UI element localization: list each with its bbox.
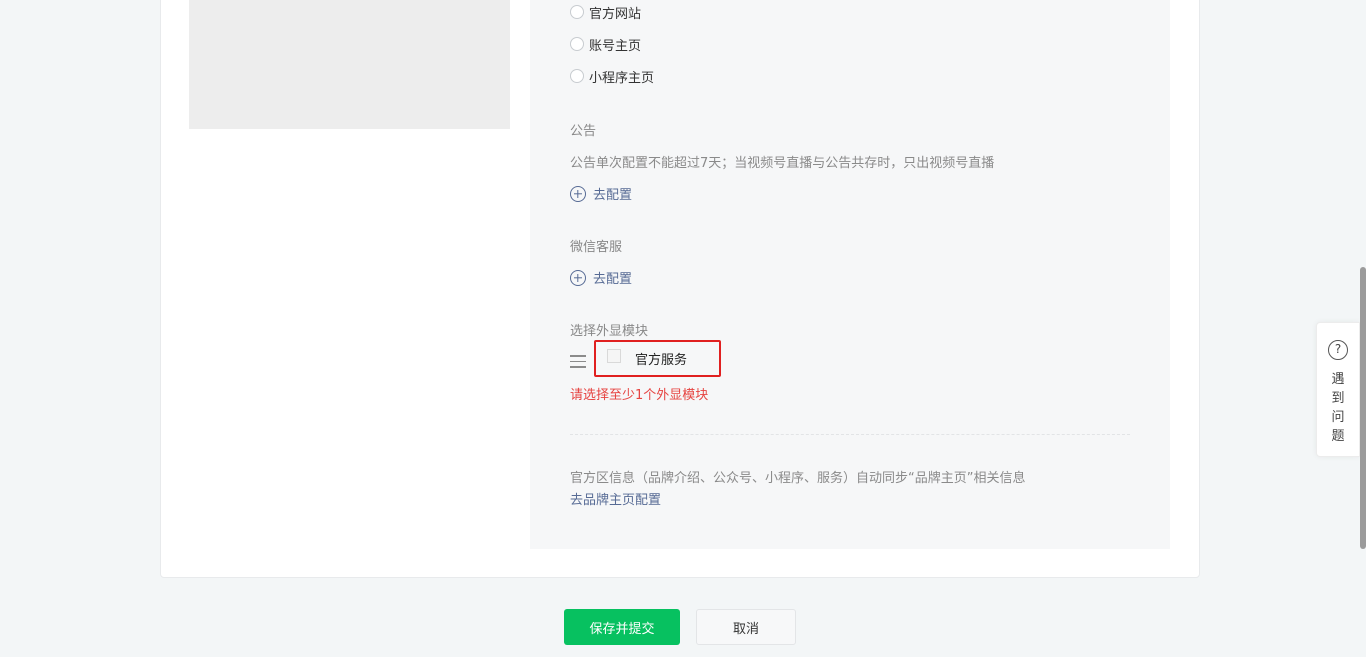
radio-button[interactable] xyxy=(570,5,584,19)
announcement-config-link[interactable]: 去配置 xyxy=(570,184,632,203)
plus-circle-icon xyxy=(570,269,586,286)
radio-label: 账号主页 xyxy=(589,38,642,54)
help-char: 遇 xyxy=(1331,372,1345,387)
wechat-service-config-link[interactable]: 去配置 xyxy=(570,268,632,287)
module-error-message: 请选择至少1个外显模块 xyxy=(570,388,709,403)
help-widget[interactable]: ? 遇 到 问 题 xyxy=(1316,322,1360,457)
config-label: 去配置 xyxy=(593,188,633,203)
wechat-service-title: 微信客服 xyxy=(570,240,623,255)
drag-handle-icon[interactable] xyxy=(570,355,586,369)
radio-button[interactable] xyxy=(570,37,584,51)
display-module-title: 选择外显模块 xyxy=(570,324,649,339)
module-item-official-service[interactable]: 官方服务 xyxy=(594,340,721,377)
radio-option-miniprogram-home[interactable]: 小程序主页 xyxy=(570,66,654,86)
help-char: 问 xyxy=(1331,410,1345,425)
help-char: 题 xyxy=(1331,429,1345,444)
page: 官方网站 账号主页 小程序主页 公告 公告单次配置不能超过7天；当视频号直播与公… xyxy=(0,0,1366,657)
plus-circle-icon xyxy=(570,185,586,202)
cancel-button[interactable]: 取消 xyxy=(696,609,796,645)
config-label: 去配置 xyxy=(593,272,633,287)
page-scrollbar[interactable] xyxy=(1360,267,1366,549)
radio-button[interactable] xyxy=(570,69,584,83)
radio-label: 小程序主页 xyxy=(589,70,655,86)
sync-info-note: 官方区信息（品牌介绍、公众号、小程序、服务）自动同步“品牌主页”相关信息 xyxy=(570,471,1026,486)
module-label: 官方服务 xyxy=(635,353,688,368)
module-checkbox[interactable] xyxy=(607,349,621,363)
question-circle-icon: ? xyxy=(1328,340,1348,360)
divider xyxy=(570,434,1130,435)
radio-option-account-home[interactable]: 账号主页 xyxy=(570,34,641,54)
announcement-note: 公告单次配置不能超过7天；当视频号直播与公告共存时，只出视频号直播 xyxy=(570,156,995,171)
announcement-title: 公告 xyxy=(570,124,597,139)
help-char: 到 xyxy=(1331,391,1345,406)
save-submit-button[interactable]: 保存并提交 xyxy=(564,609,680,645)
brand-home-config-link[interactable]: 去品牌主页配置 xyxy=(570,489,661,508)
preview-placeholder xyxy=(189,0,510,129)
radio-option-official-site[interactable]: 官方网站 xyxy=(570,2,641,22)
radio-label: 官方网站 xyxy=(589,6,642,22)
